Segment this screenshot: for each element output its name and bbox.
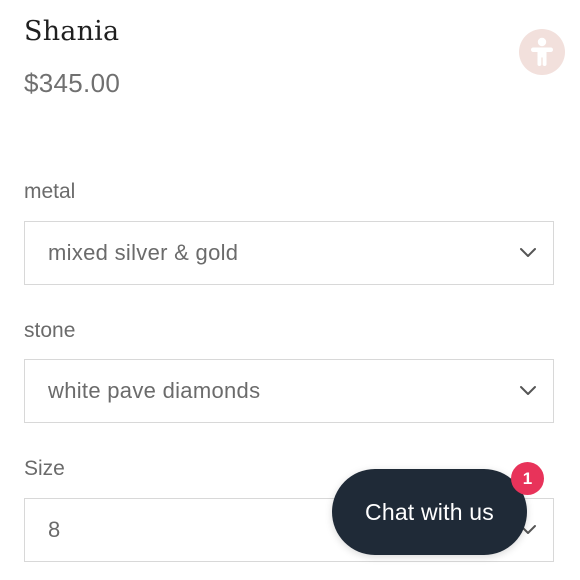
- size-label: Size: [24, 457, 65, 480]
- accessibility-button[interactable]: [519, 29, 565, 75]
- size-select-value: 8: [48, 517, 61, 542]
- stone-select-value: white pave diamonds: [48, 378, 261, 403]
- stone-select[interactable]: white pave diamonds: [24, 359, 554, 423]
- chat-button-label: Chat with us: [365, 498, 494, 525]
- accessibility-person-icon: [531, 37, 553, 66]
- metal-select-value: mixed silver & gold: [48, 240, 239, 265]
- chevron-down-icon: [520, 248, 536, 257]
- chevron-down-icon: [520, 386, 536, 395]
- stone-label: stone: [24, 319, 76, 342]
- metal-select[interactable]: mixed silver & gold: [24, 221, 554, 285]
- product-title: Shania: [24, 16, 120, 47]
- chat-with-us-button[interactable]: Chat with us: [332, 469, 527, 555]
- product-price: $345.00: [24, 68, 121, 98]
- metal-label: metal: [24, 180, 76, 203]
- chat-notification-badge: 1: [511, 462, 544, 495]
